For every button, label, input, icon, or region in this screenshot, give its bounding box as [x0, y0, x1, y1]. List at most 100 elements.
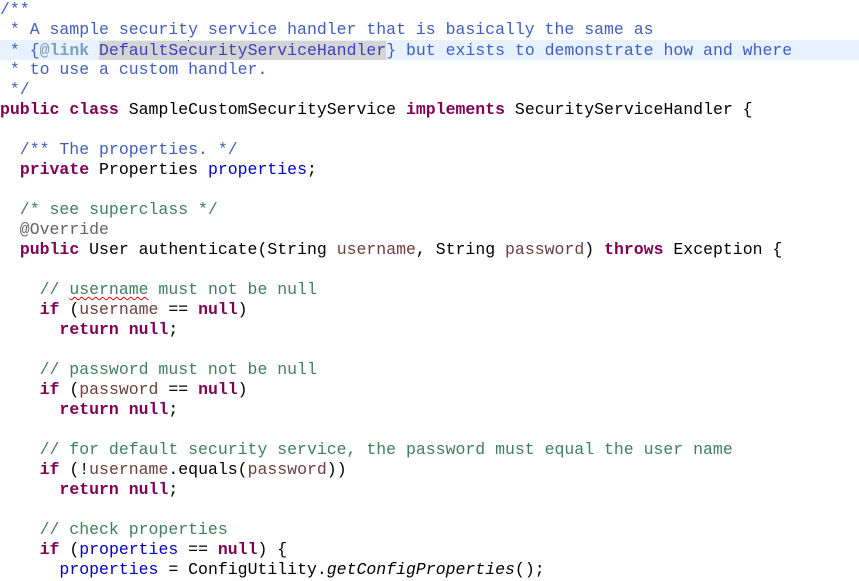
- code-token-param: password: [505, 240, 585, 259]
- code-line[interactable]: // for default security service, the pas…: [0, 440, 859, 460]
- code-token-comment: //: [0, 280, 70, 299]
- code-line[interactable]: [0, 120, 859, 140]
- code-token-field: properties: [59, 560, 159, 579]
- code-token-jdtag: @link: [39, 41, 90, 60]
- code-token-keyword: public: [0, 100, 60, 119]
- code-line[interactable]: if (username == null): [0, 300, 859, 320]
- code-token-plain: ): [237, 300, 248, 319]
- code-token-keyword: return: [59, 400, 119, 419]
- code-token-comment: // for default security service, the pas…: [0, 440, 733, 459]
- code-line[interactable]: * to use a custom handler.: [0, 60, 859, 80]
- code-token-plain: Properties: [89, 160, 208, 179]
- code-token-annot: @Override: [0, 220, 109, 239]
- code-token-link: curityServiceHandler: [188, 41, 387, 60]
- code-line[interactable]: return null;: [0, 320, 859, 340]
- code-line[interactable]: /** The properties. */: [0, 140, 859, 160]
- code-token-keyword: return: [59, 320, 119, 339]
- code-line[interactable]: /* see superclass */: [0, 200, 859, 220]
- code-line[interactable]: [0, 420, 859, 440]
- code-line[interactable]: // password must not be null: [0, 360, 859, 380]
- code-token-keyword: null: [128, 400, 169, 419]
- code-token-plain: User authenticate(String: [79, 240, 337, 259]
- code-line[interactable]: public class SampleCustomSecurityService…: [0, 100, 859, 120]
- code-token-plain: )): [326, 460, 347, 479]
- code-line[interactable]: if (!username.equals(password)): [0, 460, 859, 480]
- code-token-keyword: null: [128, 480, 169, 499]
- code-token-plain: ;: [168, 400, 179, 419]
- code-line[interactable]: /**: [0, 0, 859, 20]
- code-token-plain: .equals(: [168, 460, 248, 479]
- code-token-plain: Exception {: [663, 240, 783, 259]
- code-token-keyword: if: [39, 540, 60, 559]
- code-token-javadoc: /**: [0, 0, 30, 19]
- code-line[interactable]: [0, 260, 859, 280]
- code-line[interactable]: [0, 340, 859, 360]
- code-line[interactable]: // username must not be null: [0, 280, 859, 300]
- code-token-javadoc: } but exists to demonstrate how and wher…: [386, 41, 793, 60]
- code-token-keyword: public: [19, 240, 80, 259]
- code-token-javadoc: * {: [0, 41, 40, 60]
- code-token-param: username: [79, 300, 159, 319]
- code-token-keyword: implements: [406, 100, 506, 119]
- code-line[interactable]: properties = ConfigUtility.getConfigProp…: [0, 560, 859, 580]
- code-token-static: getConfigProperties: [326, 560, 515, 579]
- code-token-param: password: [247, 460, 327, 479]
- code-token-plain: ;: [306, 160, 317, 179]
- code-token-comment: // check properties: [0, 520, 228, 539]
- code-token-plain: = ConfigUtility.: [158, 560, 327, 579]
- code-line-current[interactable]: * {@link DefaultSecurityServiceHandler} …: [0, 40, 859, 60]
- code-line[interactable]: [0, 180, 859, 200]
- code-token-javadoc: /** The properties. */: [0, 140, 238, 159]
- code-token-keyword: class: [69, 100, 119, 119]
- code-editor[interactable]: /** * A sample security service handler …: [0, 0, 859, 581]
- code-token-keyword: null: [217, 540, 258, 559]
- code-token-keyword: private: [19, 160, 90, 179]
- code-line[interactable]: [0, 500, 859, 520]
- code-token-plain: (: [59, 540, 80, 559]
- code-token-plain: ();: [514, 560, 545, 579]
- code-token-keyword: null: [198, 380, 238, 399]
- code-token-plain: , String: [415, 240, 506, 259]
- code-line[interactable]: */: [0, 80, 859, 100]
- code-token-param: username: [89, 460, 169, 479]
- code-token-javadoc: * to use a custom handler.: [0, 60, 268, 79]
- code-token-keyword: if: [39, 460, 60, 479]
- code-line[interactable]: if (password == null): [0, 380, 859, 400]
- code-token-comment: must not be null: [148, 280, 317, 299]
- code-line[interactable]: if (properties == null) {: [0, 540, 859, 560]
- code-line[interactable]: public User authenticate(String username…: [0, 240, 859, 260]
- code-line[interactable]: @Override: [0, 220, 859, 240]
- code-token-javadoc: * A sample security service handler that…: [0, 20, 654, 39]
- code-line[interactable]: private Properties properties;: [0, 160, 859, 180]
- code-token-plain: ;: [168, 320, 179, 339]
- code-token-plain: ==: [178, 540, 218, 559]
- code-token-keyword: throws: [604, 240, 664, 259]
- code-line[interactable]: // check properties: [0, 520, 859, 540]
- code-token-plain: ;: [168, 480, 179, 499]
- code-token-plain: ): [584, 240, 605, 259]
- code-token-field: properties: [207, 160, 307, 179]
- code-line[interactable]: return null;: [0, 400, 859, 420]
- code-line[interactable]: * A sample security service handler that…: [0, 20, 859, 40]
- code-token-param: password: [79, 380, 159, 399]
- code-line[interactable]: return null;: [0, 480, 859, 500]
- code-token-plain: (!: [59, 460, 90, 479]
- code-token-plain: ==: [158, 380, 199, 399]
- code-token-field: properties: [79, 540, 179, 559]
- code-token-plain: SampleCustomSecurityService: [118, 100, 406, 119]
- code-token-javadoc: */: [0, 80, 30, 99]
- code-token-keyword: if: [39, 380, 60, 399]
- code-token-keyword: return: [59, 480, 119, 499]
- code-token-keyword: null: [198, 300, 238, 319]
- code-token-param: username: [336, 240, 416, 259]
